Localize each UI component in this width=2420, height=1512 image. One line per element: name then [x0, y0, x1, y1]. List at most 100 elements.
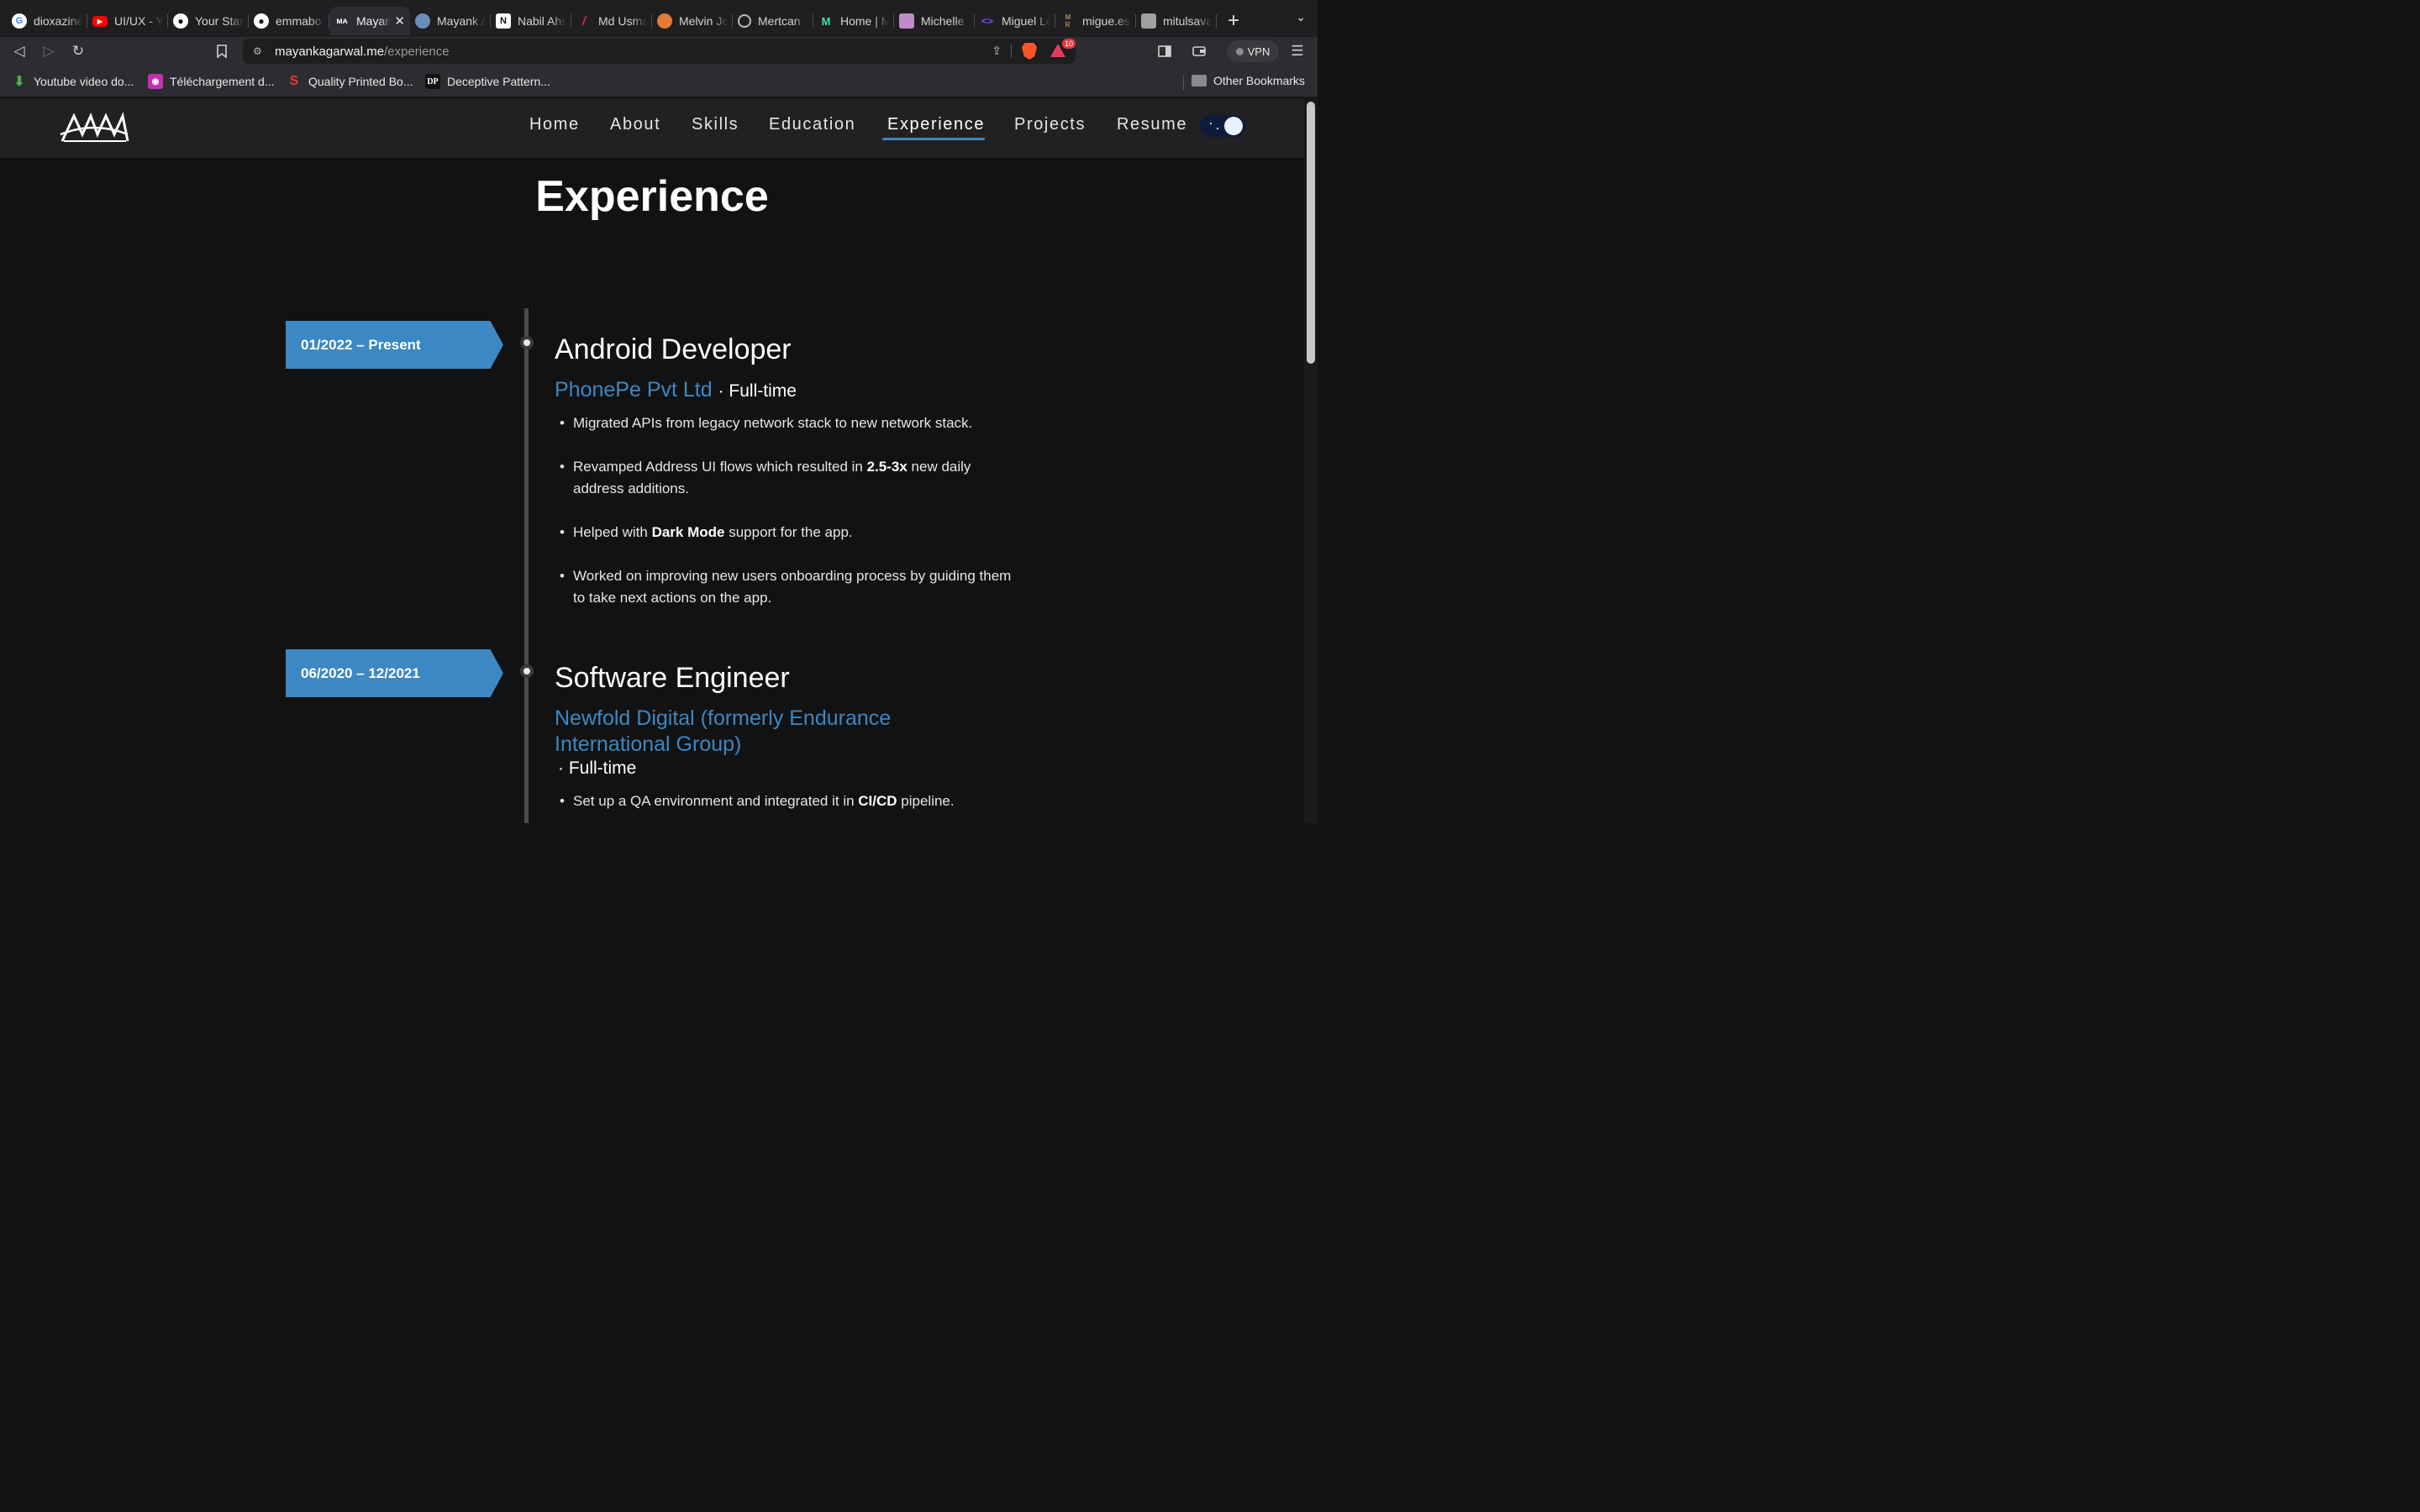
nav-projects[interactable]: Projects: [1014, 115, 1086, 134]
close-tab-icon[interactable]: ✕: [394, 13, 405, 29]
chevron-down-icon[interactable]: ⌄: [1296, 10, 1306, 24]
reload-icon[interactable]: ↻: [69, 42, 87, 60]
toggle-knob: [1224, 117, 1243, 135]
nav-education[interactable]: Education: [769, 115, 855, 134]
wallet-icon[interactable]: [1190, 42, 1208, 60]
brave-rewards-icon[interactable]: 10: [1050, 39, 1076, 59]
vpn-button[interactable]: VPN: [1227, 40, 1279, 62]
bookmark-item[interactable]: ⬇ Youtube video do...: [12, 74, 134, 89]
star-icon: [1217, 128, 1218, 129]
avatar-icon: [899, 13, 914, 29]
app-icon: ◉: [148, 74, 163, 89]
dp-logo-icon: DP: [425, 74, 440, 89]
date-badge: 01/2022 – Present: [286, 321, 503, 369]
bookmark-item[interactable]: DP Deceptive Pattern...: [425, 74, 550, 89]
nav-home[interactable]: Home: [529, 115, 580, 134]
browser-tab[interactable]: ● emmabostian: [249, 7, 329, 35]
browser-tab[interactable]: M Home | M: [813, 7, 894, 35]
s-logo-icon: S: [289, 74, 299, 88]
bookmark-item[interactable]: S Quality Printed Bo...: [287, 74, 413, 89]
company-name[interactable]: Newfold Digital (formerly Endurance Inte…: [555, 706, 891, 756]
company-name[interactable]: PhonePe Pvt Ltd: [555, 378, 713, 402]
github-icon: ●: [254, 13, 269, 29]
date-badge: 06/2020 – 12/2021: [286, 649, 503, 697]
forward-icon[interactable]: ▷: [39, 42, 58, 60]
avatar-icon: [657, 13, 672, 29]
url-host: mayankagarwal.me: [275, 44, 385, 59]
bookmark-item[interactable]: ◉ Téléchargement d...: [148, 74, 275, 89]
list-item: Helped with Dark Mode support for the ap…: [560, 522, 1013, 543]
share-icon[interactable]: ⇪: [992, 44, 1002, 58]
back-icon[interactable]: ◁: [10, 42, 29, 60]
browser-tab[interactable]: ● Your Stars: [168, 7, 249, 35]
address-bar[interactable]: ⚙ mayankagarwal.me /experience ⇪ 10: [243, 39, 1076, 64]
browser-tab[interactable]: Melvin Jose: [652, 7, 733, 35]
nav-experience[interactable]: Experience: [887, 115, 985, 134]
ma-logo-icon: ᴍᴀ: [336, 16, 348, 26]
date-range: 06/2020 – 12/2021: [301, 665, 420, 681]
browser-tab[interactable]: G dioxazine: [7, 7, 87, 35]
notion-icon: N: [496, 13, 511, 29]
responsibility-list: Set up a QA environment and integrated i…: [560, 790, 1013, 834]
responsibility-list: Migrated APIs from legacy network stack …: [560, 412, 1013, 631]
browser-tab[interactable]: MR migue.es: [1055, 7, 1136, 35]
job-title: Software Engineer: [555, 662, 790, 694]
page-title: Experience: [535, 172, 769, 221]
nav-resume[interactable]: Resume: [1117, 115, 1187, 134]
browser-toolbar: ◁ ▷ ↻ ⚙ mayankagarwal.me /experience ⇪ 1…: [0, 37, 1318, 66]
vpn-status-icon: [1235, 47, 1244, 55]
url-path: /experience: [384, 44, 450, 59]
list-item: Migrated APIs from legacy network stack …: [560, 412, 1013, 434]
company-line: PhonePe Pvt Ltd · Full-time: [555, 377, 797, 404]
site-logo[interactable]: [59, 109, 129, 146]
menu-icon[interactable]: ☰: [1288, 42, 1307, 60]
page-scrollbar[interactable]: [1304, 98, 1318, 823]
job-title: Android Developer: [555, 333, 792, 365]
browser-tab[interactable]: / Md Usman: [571, 7, 652, 35]
bookmarks-bar: ⬇ Youtube video do... ◉ Téléchargement d…: [0, 66, 1318, 97]
active-nav-indicator: [882, 138, 985, 140]
folder-icon: [1192, 75, 1207, 87]
avatar-icon: [415, 13, 430, 29]
timeline-dot: [520, 336, 534, 349]
divider: [1011, 45, 1012, 58]
browser-tab[interactable]: Mertcan: [733, 7, 813, 35]
list-item: Revamped Address UI flows which resulted…: [560, 456, 1013, 500]
code-icon: <>: [981, 15, 993, 27]
site-settings-icon[interactable]: ⚙: [253, 45, 266, 57]
rewards-badge: 10: [1061, 39, 1076, 49]
nav-skills[interactable]: Skills: [692, 115, 739, 134]
browser-tab[interactable]: ▶ UI/UX - YouTube: [87, 7, 168, 35]
new-tab-button[interactable]: +: [1217, 7, 1250, 35]
avatar-icon: [1141, 13, 1156, 29]
github-icon: ●: [173, 13, 188, 29]
company-line: Newfold Digital (formerly Endurance Inte…: [555, 706, 924, 758]
google-icon: G: [12, 13, 27, 29]
star-icon: [1210, 123, 1212, 124]
youtube-icon: ▶: [92, 15, 108, 27]
brave-shields-icon[interactable]: [1022, 43, 1037, 60]
sidebar-toggle-icon[interactable]: [1155, 42, 1174, 60]
timeline-line: [524, 308, 529, 823]
browser-tab[interactable]: Michelle: [894, 7, 975, 35]
browser-tab[interactable]: <> Miguel Le: [975, 7, 1055, 35]
slash-icon: /: [581, 13, 587, 29]
dark-mode-toggle[interactable]: [1200, 115, 1245, 137]
browser-tab-strip: G dioxazine ▶ UI/UX - YouTube ● Your Sta…: [0, 0, 1318, 37]
mr-icon: MR: [1065, 13, 1071, 29]
date-range: 01/2022 – Present: [301, 337, 421, 353]
list-item: Set up a QA environment and integrated i…: [560, 790, 1013, 812]
bookmark-icon[interactable]: [213, 42, 231, 60]
timeline-dot: [520, 664, 534, 678]
browser-tab-active[interactable]: ᴍᴀ Mayank Agarwal ✕: [329, 7, 410, 35]
browser-tab[interactable]: mitulsavani: [1136, 7, 1217, 35]
employment-type: · Full-time: [718, 381, 797, 401]
browser-tab[interactable]: Mayank Agarwal: [410, 7, 491, 35]
site-navbar: Home About Skills Education Experience P…: [0, 98, 1304, 158]
list-item: Worked on improving new users onboarding…: [560, 565, 1013, 609]
browser-tab[interactable]: N Nabil Ahsan: [491, 7, 571, 35]
m-logo-icon: M: [821, 14, 831, 28]
nav-about[interactable]: About: [610, 115, 660, 134]
scrollbar-thumb[interactable]: [1307, 102, 1315, 364]
other-bookmarks[interactable]: Other Bookmarks: [1192, 74, 1305, 87]
